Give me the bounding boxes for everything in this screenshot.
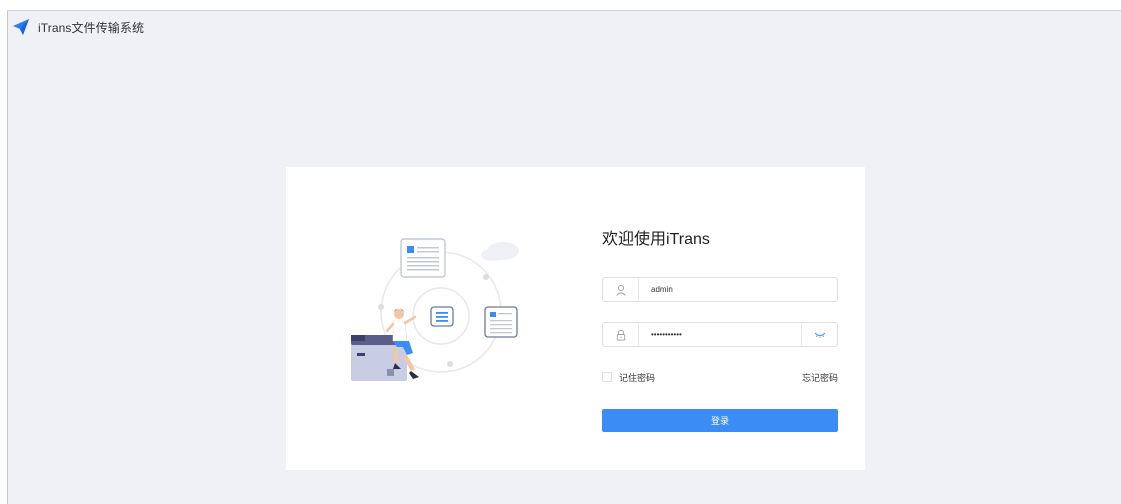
login-card: 欢迎使用iTrans ••••••••••• [286,167,865,470]
username-input[interactable] [639,278,837,301]
password-field[interactable]: ••••••••••• [602,322,838,347]
login-button[interactable]: 登录 [602,409,838,432]
user-icon [603,278,639,301]
remember-password-label[interactable]: 记住密码 [619,371,655,384]
checkbox-box[interactable] [602,372,612,382]
login-options: 记住密码 忘记密码 [602,370,838,384]
lock-icon [603,323,639,346]
app-header: iTrans文件传输系统 [11,17,144,37]
eye-closed-icon[interactable] [801,323,837,346]
forgot-password-link[interactable]: 忘记密码 [802,371,838,384]
login-illustration [341,229,531,389]
welcome-heading: 欢迎使用iTrans [602,231,710,248]
username-field[interactable] [602,277,838,302]
remember-password-checkbox[interactable]: 记住密码 [602,371,655,384]
app-logo-icon [11,17,31,37]
app-window: iTrans文件传输系统 欢迎使用iTrans admin ••••••••••… [7,10,1121,504]
password-input[interactable]: ••••••••••• [639,323,801,346]
app-title: iTrans文件传输系统 [38,20,145,35]
